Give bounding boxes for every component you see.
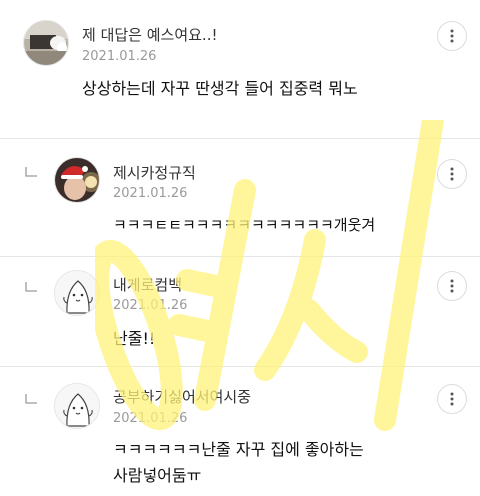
more-options-button[interactable] [437, 159, 467, 189]
commenter-name[interactable]: 내게로컴백 [113, 274, 182, 295]
comment-reply-item: 제시카정규직 2021.01.26 ㅋㅋㅋㅌㅌㅋㅋㅋㅋㅋㅋㅋㅋㅋㅋㅋ개웃겨 [0, 139, 480, 256]
more-vertical-icon [450, 392, 454, 406]
more-vertical-icon [450, 279, 454, 293]
commenter-name[interactable]: 제 대답은 예스여요..! [82, 24, 218, 45]
more-vertical-icon [450, 29, 454, 43]
more-options-button[interactable] [437, 21, 467, 51]
comment-date: 2021.01.26 [113, 298, 188, 313]
comment-item: 제 대답은 예스여요..! 2021.01.26 상상하는데 자꾸 딴생각 들어… [0, 0, 480, 138]
avatar[interactable] [54, 157, 100, 203]
commenter-name[interactable]: 공부하기싫어서여시중 [113, 386, 251, 407]
more-options-button[interactable] [437, 384, 467, 414]
avatar[interactable] [54, 270, 100, 316]
comment-text: 난줄!! [113, 329, 156, 348]
more-options-button[interactable] [437, 271, 467, 301]
reply-arrow-icon [25, 282, 37, 292]
avatar[interactable] [23, 20, 69, 66]
comment-reply-item: 공부하기싫어서여시중 2021.01.26 ㅋㅋㅋㅋㅋㅋ난줄 자꾸 집에 좋아하… [0, 367, 480, 496]
comment-date: 2021.01.26 [82, 49, 157, 64]
comment-text: ㅋㅋㅋㅌㅌㅋㅋㅋㅋㅋㅋㅋㅋㅋㅋㅋ개웃겨 [113, 216, 376, 234]
reply-arrow-icon [25, 394, 37, 404]
comment-text-line: ㅋㅋㅋㅋㅋㅋ난줄 자꾸 집에 좋아하는 [113, 440, 364, 459]
reply-arrow-icon [25, 167, 37, 177]
comment-text: 상상하는데 자꾸 딴생각 들어 집중력 뭐노 [82, 79, 358, 98]
comment-date: 2021.01.26 [113, 186, 188, 201]
commenter-name[interactable]: 제시카정규직 [113, 162, 196, 183]
avatar[interactable] [54, 383, 100, 429]
comment-date: 2021.01.26 [113, 411, 188, 426]
comment-text-line: 사람넣어둠ㅠ [113, 466, 202, 485]
comment-reply-item: 내게로컴백 2021.01.26 난줄!! [0, 257, 480, 366]
more-vertical-icon [450, 167, 454, 181]
